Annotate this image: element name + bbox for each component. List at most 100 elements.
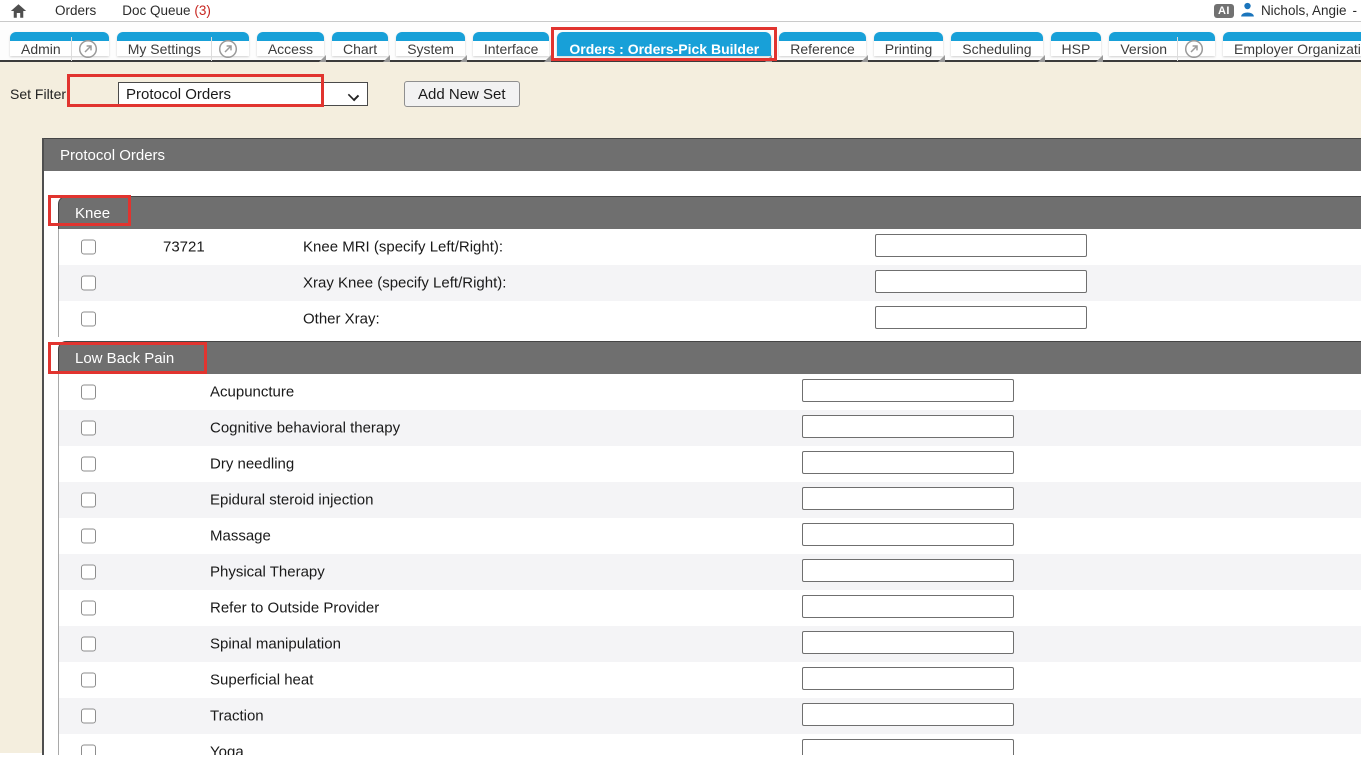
order-checkbox[interactable] [81,421,96,436]
user-name[interactable]: Nichols, Angie [1261,3,1347,18]
tab-printing[interactable]: Printing [874,32,943,56]
set-filter-row: Set Filter: Protocol Orders Add New Set [0,62,1361,107]
order-input[interactable] [802,739,1014,755]
order-row: Traction [59,698,1361,734]
section-low-back-pain: Low Back Pain Acupuncture Cognitive behavi… [58,341,1361,755]
order-checkbox[interactable] [81,709,96,724]
tab-label: System [407,41,454,57]
order-row: Physical Therapy [59,554,1361,590]
section-title: Low Back Pain [75,350,174,367]
order-checkbox[interactable] [81,673,96,688]
order-rows: Acupuncture Cognitive behavioral therapy D… [58,374,1361,755]
order-input[interactable] [802,559,1014,582]
order-checkbox[interactable] [81,385,96,400]
order-checkbox[interactable] [81,457,96,472]
tab-divider [1177,37,1178,61]
tab-label: Interface [484,41,538,57]
tab-scheduling[interactable]: Scheduling [951,32,1042,56]
set-filter-label: Set Filter: [10,86,118,102]
tab-divider [211,37,212,61]
tab-divider [71,37,72,61]
content-area: Set Filter: Protocol Orders Add New Set … [0,62,1361,753]
order-row: 73721 Knee MRI (specify Left/Right): [59,229,1361,265]
order-input[interactable] [875,270,1087,293]
order-checkbox[interactable] [81,493,96,508]
section-title: Knee [75,205,110,222]
order-checkbox[interactable] [81,637,96,652]
order-input[interactable] [802,595,1014,618]
home-icon[interactable] [10,3,27,19]
order-label: Massage [210,528,271,545]
order-row: Yoga [59,734,1361,755]
doc-queue-link[interactable]: Doc Queue (3) [122,3,211,18]
order-input[interactable] [802,523,1014,546]
tab-label: Access [268,41,313,57]
order-input[interactable] [802,379,1014,402]
top-bar: Orders Doc Queue (3) AI Nichols, Angie - [0,0,1361,22]
tab-reference[interactable]: Reference [779,32,866,56]
tab-interface[interactable]: Interface [473,32,549,56]
open-new-window-icon[interactable] [78,39,98,59]
tab-system[interactable]: System [396,32,465,56]
panel-header: Protocol Orders [44,138,1361,171]
order-label: Spinal manipulation [210,636,341,653]
doc-queue-label: Doc Queue [122,3,190,18]
open-new-window-icon[interactable] [1184,39,1204,59]
order-row: Refer to Outside Provider [59,590,1361,626]
order-input[interactable] [802,667,1014,690]
panel-body: Knee 73721 Knee MRI (specify Left/Right): X… [44,171,1361,755]
add-new-set-button[interactable]: Add New Set [404,81,520,107]
order-input[interactable] [875,234,1087,257]
tab-hsp[interactable]: HSP [1051,32,1102,56]
order-input[interactable] [802,631,1014,654]
tab-bar: Admin My Settings Access Chart System Interfa… [0,22,1361,60]
order-checkbox[interactable] [81,601,96,616]
order-input[interactable] [802,415,1014,438]
active-tab-wrap: Orders : Orders-Pick Builder [557,32,771,56]
order-checkbox[interactable] [81,565,96,580]
tab-employer-organizations[interactable]: Employer Organizations [1223,32,1361,56]
order-row: Xray Knee (specify Left/Right): [59,265,1361,301]
order-checkbox[interactable] [81,240,96,255]
tab-label: Version [1120,41,1167,57]
orders-link[interactable]: Orders [55,3,96,18]
order-label: Acupuncture [210,384,294,401]
tab-label: Reference [790,41,855,57]
order-input[interactable] [802,451,1014,474]
tab-label: My Settings [128,41,201,57]
tab-label: Chart [343,41,377,57]
section-knee: Knee 73721 Knee MRI (specify Left/Right): X… [58,196,1361,337]
tab-chart[interactable]: Chart [332,32,388,56]
panel-title: Protocol Orders [60,147,165,164]
user-menu-dash[interactable]: - [1353,3,1358,18]
tab-my-settings[interactable]: My Settings [117,32,249,56]
order-input[interactable] [802,703,1014,726]
order-label: Other Xray: [303,311,380,328]
tab-access[interactable]: Access [257,32,324,56]
order-checkbox[interactable] [81,276,96,291]
order-label: Traction [210,708,264,725]
order-checkbox[interactable] [81,312,96,327]
order-label: Cognitive behavioral therapy [210,420,400,437]
order-label: Dry needling [210,456,294,473]
tab-label: Employer Organizations [1234,41,1361,57]
order-label: Knee MRI (specify Left/Right): [303,239,503,256]
tab-label: Scheduling [962,41,1031,57]
set-filter-select[interactable]: Protocol Orders [118,82,368,106]
order-input[interactable] [802,487,1014,510]
order-label: Yoga [210,744,244,756]
order-checkbox[interactable] [81,745,96,756]
order-row: Other Xray: [59,301,1361,337]
tab-version[interactable]: Version [1109,32,1215,56]
order-label: Epidural steroid injection [210,492,373,509]
order-checkbox[interactable] [81,529,96,544]
order-label: Xray Knee (specify Left/Right): [303,275,506,292]
order-input[interactable] [875,306,1087,329]
order-rows: 73721 Knee MRI (specify Left/Right): Xray … [58,229,1361,337]
tab-admin[interactable]: Admin [10,32,109,56]
open-new-window-icon[interactable] [218,39,238,59]
order-code: 73721 [163,239,205,256]
tab-orders-orders-pick-builder[interactable]: Orders : Orders-Pick Builder [557,32,771,56]
tab-label: Printing [885,41,932,57]
tab-label: Orders : Orders-Pick Builder [569,41,759,57]
